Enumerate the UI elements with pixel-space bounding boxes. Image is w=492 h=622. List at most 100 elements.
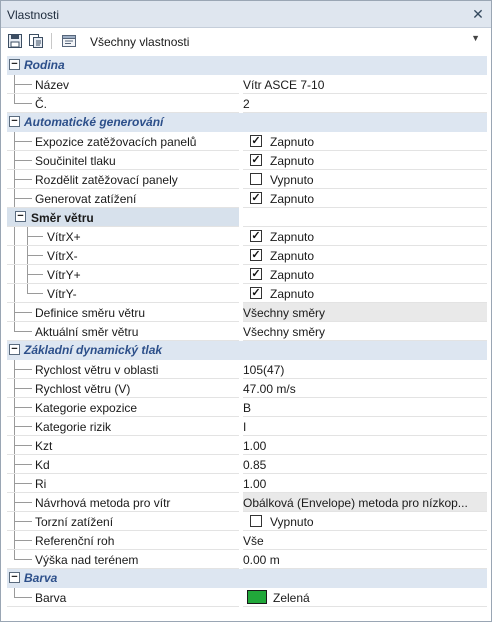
checkbox-checked[interactable]: ✓ (250, 268, 262, 280)
property-row-torzni[interactable]: Torzní zatížení Vypnuto (7, 512, 487, 531)
property-label: VítrX+ (47, 230, 81, 244)
property-value[interactable]: I (243, 420, 483, 434)
property-row-vyska[interactable]: Výška nad terénem 0.00 m (7, 550, 487, 569)
collapse-icon[interactable]: − (9, 344, 20, 355)
property-value[interactable]: 47.00 m/s (243, 382, 483, 396)
property-value[interactable]: Všechny směry (243, 306, 483, 320)
property-value: Zapnuto (270, 268, 315, 282)
property-row-barva[interactable]: Barva Zelená (7, 588, 487, 607)
property-value: Zapnuto (270, 192, 315, 206)
property-label: Expozice zatěžovacích panelů (35, 135, 197, 149)
property-label: Barva (35, 591, 67, 605)
panel-titlebar: Vlastnosti ✕ (1, 1, 491, 28)
property-row-vitry-minus[interactable]: VítrY- ✓ Zapnuto (7, 284, 487, 303)
property-row-kategorie-rizik[interactable]: Kategorie rizik I (7, 417, 487, 436)
property-row-soucinitel[interactable]: Součinitel tlaku ✓ Zapnuto (7, 151, 487, 170)
property-label: Návrhová metoda pro vítr (35, 496, 171, 510)
category-barva[interactable]: − Barva (7, 569, 487, 588)
property-row-aktualni-smer[interactable]: Aktuální směr větru Všechny směry (7, 322, 487, 341)
category-label: Základní dynamický tlak (24, 343, 163, 357)
property-value[interactable]: Vítr ASCE 7-10 (243, 78, 483, 92)
property-row-referencni-roh[interactable]: Referenční roh Vše (7, 531, 487, 550)
property-row-vitry-plus[interactable]: VítrY+ ✓ Zapnuto (7, 265, 487, 284)
property-value: Zapnuto (270, 230, 315, 244)
property-value: Zelená (273, 591, 310, 605)
checkbox-checked[interactable]: ✓ (250, 192, 262, 204)
checkbox-checked[interactable]: ✓ (250, 249, 262, 261)
checkbox-checked[interactable]: ✓ (250, 154, 262, 166)
save-icon[interactable] (7, 33, 23, 49)
property-label: VítrY+ (47, 268, 81, 282)
category-automaticke-generovani[interactable]: − Automatické generování (7, 113, 487, 132)
property-value[interactable]: 0.00 m (243, 553, 483, 567)
collapse-icon[interactable]: − (9, 59, 20, 70)
checkbox-checked[interactable]: ✓ (250, 287, 262, 299)
checkbox-unchecked[interactable] (250, 173, 262, 185)
property-value[interactable]: B (243, 401, 483, 415)
property-label: Ri (35, 477, 47, 491)
subcategory-label: Směr větru (31, 211, 94, 225)
property-value[interactable]: 1.00 (243, 477, 483, 491)
property-value: Zapnuto (270, 135, 315, 149)
category-label: Automatické generování (24, 115, 164, 129)
toolbar-separator (51, 33, 52, 49)
property-value: Zapnuto (270, 154, 315, 168)
property-row-cislo[interactable]: Č. 2 (7, 94, 487, 113)
property-row-expozice[interactable]: Expozice zatěžovacích panelů ✓ Zapnuto (7, 132, 487, 151)
chevron-down-icon[interactable]: ▼ (471, 33, 480, 43)
property-value: Vypnuto (270, 173, 314, 187)
property-value[interactable]: 0.85 (243, 458, 483, 472)
property-row-vitrx-plus[interactable]: VítrX+ ✓ Zapnuto (7, 227, 487, 246)
property-value[interactable]: Všechny směry (243, 325, 483, 339)
property-value: Zapnuto (270, 249, 315, 263)
property-row-ri[interactable]: Ri 1.00 (7, 474, 487, 493)
property-row-kd[interactable]: Kd 0.85 (7, 455, 487, 474)
property-label: Definice směru větru (35, 306, 146, 320)
properties-icon (61, 33, 77, 49)
collapse-icon[interactable]: − (9, 572, 20, 583)
property-value[interactable]: Vše (243, 534, 483, 548)
property-value[interactable]: Obálková (Envelope) metoda pro nízkop... (243, 496, 483, 510)
property-label: Kategorie expozice (35, 401, 138, 415)
property-label: VítrY- (47, 287, 77, 301)
property-label: Výška nad terénem (35, 553, 139, 567)
property-row-kzt[interactable]: Kzt 1.00 (7, 436, 487, 455)
category-rodina[interactable]: − Rodina (7, 56, 487, 75)
panel-title: Vlastnosti (7, 8, 60, 22)
subcategory-smer-vetru[interactable]: − Směr větru (7, 208, 487, 227)
property-row-vitrx-minus[interactable]: VítrX- ✓ Zapnuto (7, 246, 487, 265)
checkbox-checked[interactable]: ✓ (250, 135, 262, 147)
property-label: Generovat zatížení (35, 192, 137, 206)
copy-properties-icon[interactable] (28, 33, 44, 49)
checkbox-checked[interactable]: ✓ (250, 230, 262, 242)
property-row-kategorie-expozice[interactable]: Kategorie expozice B (7, 398, 487, 417)
checkbox-unchecked[interactable] (250, 515, 262, 527)
category-label: Rodina (24, 58, 65, 72)
property-label: Č. (35, 97, 47, 111)
color-swatch[interactable] (247, 590, 267, 604)
property-value: Vypnuto (270, 515, 314, 529)
property-label: Rozdělit zatěžovací panely (35, 173, 178, 187)
category-zakladni-dynamicky-tlak[interactable]: − Základní dynamický tlak (7, 341, 487, 360)
toolbar: Všechny vlastnosti ▼ (1, 28, 491, 54)
properties-panel: Vlastnosti ✕ Všechny vlastnosti ▼ − Rodi… (0, 0, 492, 622)
property-label: Referenční roh (35, 534, 115, 548)
property-row-rychlost-oblast[interactable]: Rychlost větru v oblasti 105(47) (7, 360, 487, 379)
category-label: Barva (24, 571, 58, 585)
collapse-icon[interactable]: − (15, 211, 26, 222)
property-row-definice-smeru[interactable]: Definice směru větru Všechny směry (7, 303, 487, 322)
collapse-icon[interactable]: − (9, 116, 20, 127)
property-label: Kd (35, 458, 50, 472)
property-filter-dropdown[interactable]: Všechny vlastnosti ▼ (85, 29, 487, 53)
property-value[interactable]: 2 (243, 97, 483, 111)
property-row-navrhova-metoda[interactable]: Návrhová metoda pro vítr Obálková (Envel… (7, 493, 487, 512)
property-value[interactable]: 105(47) (243, 363, 483, 377)
property-row-rozdelit[interactable]: Rozdělit zatěžovací panely Vypnuto (7, 170, 487, 189)
property-row-rychlost[interactable]: Rychlost větru (V) 47.00 m/s (7, 379, 487, 398)
property-label: Rychlost větru v oblasti (35, 363, 159, 377)
property-label: Součinitel tlaku (35, 154, 116, 168)
close-icon[interactable]: ✕ (471, 7, 485, 21)
property-value[interactable]: 1.00 (243, 439, 483, 453)
property-row-nazev[interactable]: Název Vítr ASCE 7-10 (7, 75, 487, 94)
property-row-generovat[interactable]: Generovat zatížení ✓ Zapnuto (7, 189, 487, 208)
